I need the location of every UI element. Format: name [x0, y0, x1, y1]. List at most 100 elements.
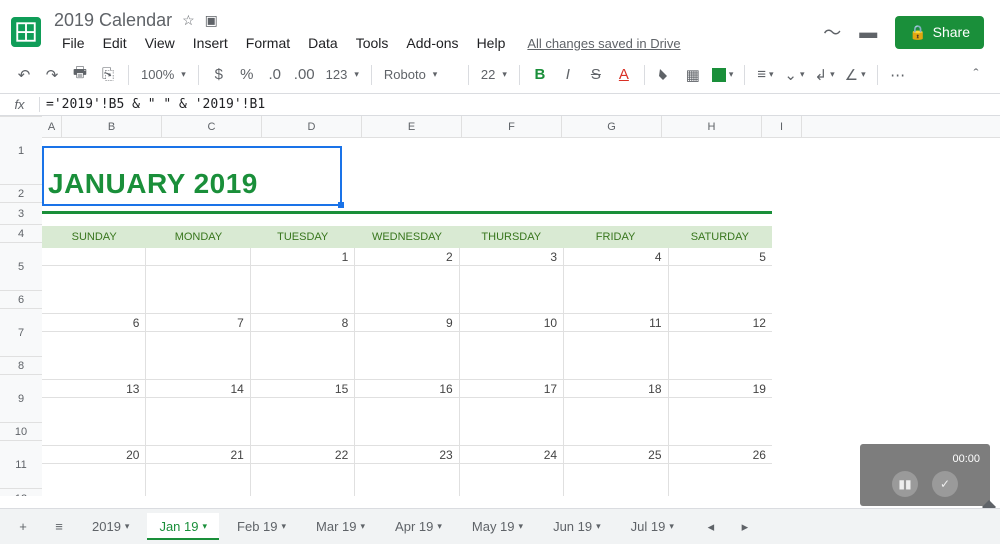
row-header-1[interactable]: 1	[0, 117, 42, 185]
increase-decimal-button[interactable]: .00	[291, 62, 318, 88]
calendar-date-cell[interactable]: 16	[355, 380, 459, 398]
borders-button[interactable]: ▦	[681, 62, 705, 88]
col-header-A[interactable]: A	[42, 116, 62, 138]
calendar-date-cell[interactable]: 10	[460, 314, 564, 332]
row-header-2[interactable]: 2	[0, 185, 42, 203]
calendar-date-cell[interactable]: 13	[42, 380, 146, 398]
menu-addons[interactable]: Add-ons	[398, 33, 466, 53]
menu-view[interactable]: View	[137, 33, 183, 53]
calendar-body-cell[interactable]	[564, 464, 668, 496]
add-sheet-button[interactable]: +	[8, 513, 38, 541]
sheet-tab[interactable]: Apr 19▾	[383, 513, 454, 540]
zoom-select[interactable]: 100%	[137, 67, 190, 82]
col-header-E[interactable]: E	[362, 116, 462, 138]
calendar-body-cell[interactable]	[146, 464, 250, 496]
calendar-date-cell[interactable]: 23	[355, 446, 459, 464]
more-button[interactable]: ⋯	[886, 62, 910, 88]
menu-format[interactable]: Format	[238, 33, 298, 53]
row-header-5[interactable]: 5	[0, 243, 42, 291]
col-header-H[interactable]: H	[662, 116, 762, 138]
menu-file[interactable]: File	[54, 33, 93, 53]
calendar-date-cell[interactable]: 21	[146, 446, 250, 464]
screen-recorder-overlay[interactable]: 00:00 ▮▮ ✓	[860, 444, 990, 506]
calendar-date-cell[interactable]: 17	[460, 380, 564, 398]
menu-help[interactable]: Help	[469, 33, 514, 53]
calendar-body-cell[interactable]	[460, 332, 564, 380]
comments-icon[interactable]: ▬	[859, 22, 877, 43]
calendar-date-cell[interactable]: 19	[669, 380, 772, 398]
doc-title[interactable]: 2019 Calendar	[54, 10, 172, 31]
font-select[interactable]: Roboto	[380, 67, 460, 82]
tab-menu-icon[interactable]: ▾	[669, 521, 674, 532]
tab-menu-icon[interactable]: ▾	[361, 521, 366, 532]
move-to-drive-icon[interactable]: ▣	[205, 12, 218, 29]
formula-input[interactable]: ='2019'!B5 & " " & '2019'!B1	[40, 97, 1000, 112]
decrease-decimal-button[interactable]: .0	[263, 62, 287, 88]
calendar-body-cell[interactable]	[146, 398, 250, 446]
selected-cell[interactable]: JANUARY 2019	[42, 146, 342, 206]
calendar-body-cell[interactable]	[42, 332, 146, 380]
fill-color-button[interactable]	[653, 62, 677, 88]
row-header-11[interactable]: 11	[0, 441, 42, 489]
halign-button[interactable]: ≡	[753, 62, 777, 88]
calendar-date-cell[interactable]: 20	[42, 446, 146, 464]
tab-menu-icon[interactable]: ▾	[125, 521, 130, 532]
calendar-date-cell[interactable]: 4	[564, 248, 668, 266]
row-header-4[interactable]: 4	[0, 225, 42, 243]
recorder-pause-button[interactable]: ▮▮	[892, 471, 918, 497]
col-header-F[interactable]: F	[462, 116, 562, 138]
recorder-done-button[interactable]: ✓	[932, 471, 958, 497]
sheets-app-icon[interactable]	[8, 14, 44, 50]
menu-insert[interactable]: Insert	[185, 33, 236, 53]
calendar-body-cell[interactable]	[564, 266, 668, 314]
calendar-body-cell[interactable]	[355, 464, 459, 496]
calendar-date-cell[interactable]: 3	[460, 248, 564, 266]
calendar-date-cell[interactable]: 12	[669, 314, 772, 332]
number-format-select[interactable]: 123	[322, 67, 363, 82]
calendar-body-cell[interactable]	[564, 332, 668, 380]
calendar-body-cell[interactable]	[355, 398, 459, 446]
row-header-6[interactable]: 6	[0, 291, 42, 309]
calendar-body-cell[interactable]	[460, 398, 564, 446]
row-header-9[interactable]: 9	[0, 375, 42, 423]
calendar-date-cell[interactable]: 24	[460, 446, 564, 464]
calendar-date-cell[interactable]: 15	[251, 380, 355, 398]
calendar-date-cell[interactable]: 9	[355, 314, 459, 332]
print-icon[interactable]: 🖶	[68, 62, 92, 88]
calendar-date-cell[interactable]: 26	[669, 446, 772, 464]
calendar-date-cell[interactable]: 22	[251, 446, 355, 464]
fontsize-select[interactable]: 22	[477, 67, 511, 82]
calendar-date-cell[interactable]: 6	[42, 314, 146, 332]
collapse-toolbar-icon[interactable]: ˆ	[964, 62, 988, 88]
sheet-tab[interactable]: May 19▾	[460, 513, 535, 540]
calendar-body-cell[interactable]	[564, 398, 668, 446]
calendar-body-cell[interactable]	[146, 266, 250, 314]
sheet-tab[interactable]: Jun 19▾	[541, 513, 613, 540]
undo-icon[interactable]: ↶	[12, 62, 36, 88]
col-header-G[interactable]: G	[562, 116, 662, 138]
redo-icon[interactable]: ↷	[40, 62, 64, 88]
bold-button[interactable]: B	[528, 62, 552, 88]
percent-button[interactable]: %	[235, 62, 259, 88]
share-button[interactable]: 🔒 Share	[895, 16, 984, 49]
calendar-body-cell[interactable]	[669, 266, 772, 314]
calendar-body-cell[interactable]	[460, 266, 564, 314]
menu-data[interactable]: Data	[300, 33, 346, 53]
calendar-body-cell[interactable]	[251, 464, 355, 496]
calendar-body-cell[interactable]	[251, 332, 355, 380]
tabs-next-button[interactable]: ▸	[730, 513, 760, 541]
text-color-button[interactable]: A	[612, 62, 636, 88]
merge-button[interactable]	[709, 62, 737, 88]
calendar-date-cell[interactable]	[146, 248, 250, 266]
col-header-I[interactable]: I	[762, 116, 802, 138]
calendar-body-cell[interactable]	[251, 266, 355, 314]
calendar-date-cell[interactable]: 1	[251, 248, 355, 266]
calendar-body-cell[interactable]	[460, 464, 564, 496]
calendar-body-cell[interactable]	[42, 464, 146, 496]
tab-menu-icon[interactable]: ▾	[596, 521, 601, 532]
calendar-date-cell[interactable]: 18	[564, 380, 668, 398]
calendar-date-cell[interactable]	[42, 248, 146, 266]
sheet-tab[interactable]: Feb 19▾	[225, 513, 298, 540]
row-header-8[interactable]: 8	[0, 357, 42, 375]
col-header-B[interactable]: B	[62, 116, 162, 138]
